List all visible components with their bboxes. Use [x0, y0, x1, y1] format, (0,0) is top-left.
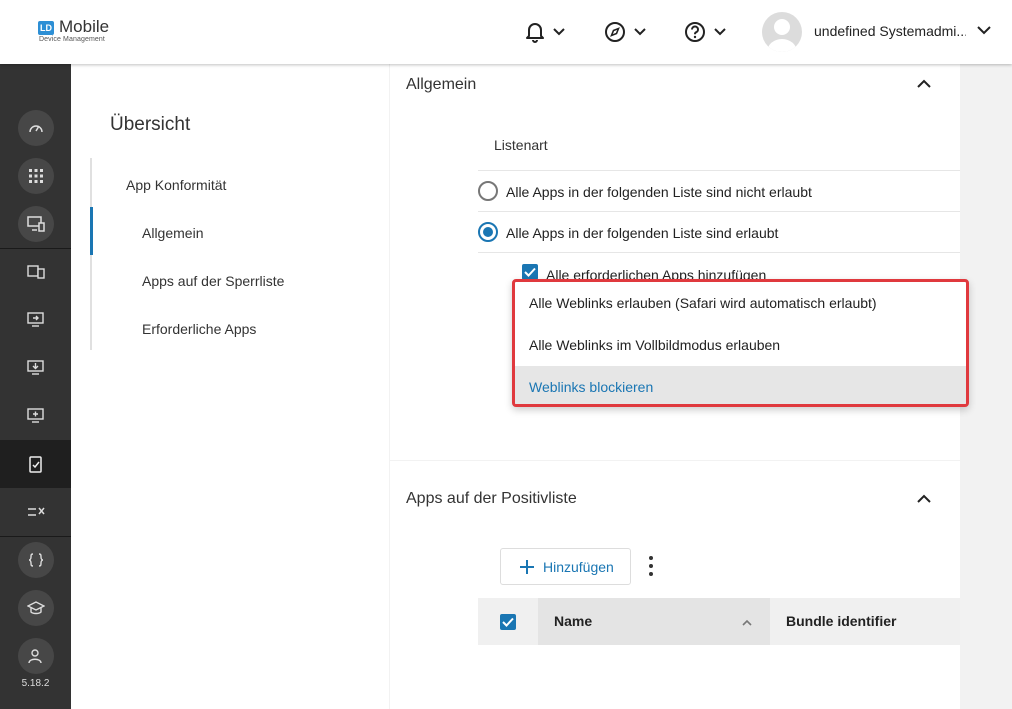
chevron-down-icon — [553, 28, 565, 36]
help-menu[interactable] — [684, 18, 726, 46]
checkmark-icon — [502, 617, 514, 627]
braces-icon — [28, 553, 43, 567]
compliance-icon — [28, 456, 42, 473]
apps-grid-icon — [28, 169, 43, 183]
logo-subtitle: Device Management — [39, 36, 105, 43]
nav-device-list[interactable] — [0, 248, 71, 296]
list-type-label: Listenart — [494, 137, 548, 153]
dashboard-icon — [28, 125, 43, 133]
allowlist-panel: Apps auf der Positivliste Hinzufügen Nam… — [390, 461, 960, 709]
radio-not-allowed[interactable] — [478, 181, 498, 201]
devices-icon — [26, 265, 45, 279]
nav-education[interactable] — [0, 584, 71, 632]
allowlist-panel-title: Apps auf der Positivliste — [406, 490, 577, 507]
column-header-name[interactable]: Name — [554, 613, 592, 629]
top-header: LD Mobile Device Management undefined Sy… — [0, 0, 1012, 64]
subnav-active-indicator — [90, 207, 93, 255]
subnav-item-required-apps[interactable]: Erforderliche Apps — [142, 321, 256, 337]
chevron-up-icon[interactable] — [916, 78, 932, 90]
dropdown-option-allow-all-weblinks[interactable]: Alle Weblinks erlauben (Safari wird auto… — [515, 282, 966, 324]
explore-menu[interactable] — [604, 18, 646, 46]
dropdown-option-block-weblinks[interactable]: Weblinks blockieren — [515, 366, 966, 404]
checkmark-icon — [524, 267, 536, 277]
logo-title: Mobile — [59, 17, 110, 36]
more-options-icon[interactable] — [648, 556, 654, 576]
nav-add-device[interactable] — [0, 392, 71, 440]
chevron-up-icon[interactable] — [916, 493, 932, 505]
sidebar-nav: 5.18.2 — [0, 64, 71, 709]
app-version: 5.18.2 — [21, 678, 50, 689]
screen-forward-icon — [26, 312, 44, 327]
subnav-item-app-compliance[interactable]: App Konformität — [126, 177, 226, 193]
nav-user-settings[interactable] — [0, 632, 71, 680]
add-app-label: Hinzufügen — [543, 558, 614, 575]
nav-scripts[interactable] — [0, 536, 71, 584]
nav-compliance[interactable] — [0, 440, 71, 488]
monitor-plus-icon — [26, 408, 44, 423]
rules-icon — [27, 507, 45, 516]
nav-apps[interactable] — [0, 152, 71, 200]
user-avatar-icon — [767, 19, 797, 52]
help-icon — [685, 22, 705, 42]
logo-badge: LD — [38, 21, 54, 35]
option-not-allowed-label[interactable]: Alle Apps in der folgenden Liste sind ni… — [506, 184, 812, 200]
subnav-item-general[interactable]: Allgemein — [142, 225, 203, 241]
avatar[interactable] — [762, 12, 802, 52]
apps-table-header: Name Bundle identifier — [478, 598, 960, 645]
subnav-title: Übersicht — [110, 114, 191, 135]
plus-icon — [520, 559, 534, 574]
column-header-bundle-id[interactable]: Bundle identifier — [786, 613, 896, 629]
nav-screen-share[interactable] — [0, 296, 71, 344]
compass-icon — [605, 22, 625, 42]
chevron-down-icon[interactable] — [977, 25, 991, 35]
nav-dashboard[interactable] — [0, 104, 71, 152]
notifications-menu[interactable] — [525, 18, 565, 46]
user-name[interactable]: undefined Systemadmi... — [814, 23, 966, 39]
general-panel-title: Allgemein — [406, 76, 477, 93]
nav-rules[interactable] — [0, 488, 71, 536]
bell-icon — [526, 23, 544, 43]
device-monitor-icon — [26, 216, 45, 232]
nav-devices-monitor[interactable] — [0, 200, 71, 248]
add-required-apps-checkbox[interactable] — [522, 264, 538, 280]
overview-subnav: Übersicht App Konformität Allgemein Apps… — [71, 64, 389, 709]
download-device-icon — [26, 360, 44, 375]
sort-ascending-icon[interactable] — [742, 619, 752, 626]
dropdown-option-fullscreen-weblinks[interactable]: Alle Weblinks im Vollbildmodus erlauben — [515, 324, 966, 366]
nav-deployment[interactable] — [0, 344, 71, 392]
weblinks-dropdown: Alle Weblinks erlauben (Safari wird auto… — [512, 279, 969, 407]
add-app-button[interactable]: Hinzufügen — [500, 548, 631, 585]
option-allowed-label[interactable]: Alle Apps in der folgenden Liste sind er… — [506, 225, 778, 241]
subnav-item-blocklist[interactable]: Apps auf der Sperrliste — [142, 273, 284, 289]
chevron-down-icon — [634, 28, 646, 36]
select-all-checkbox[interactable] — [500, 614, 516, 630]
school-icon — [26, 601, 45, 615]
user-settings-icon — [27, 649, 42, 664]
radio-allowed[interactable] — [478, 222, 498, 242]
chevron-down-icon — [714, 28, 726, 36]
